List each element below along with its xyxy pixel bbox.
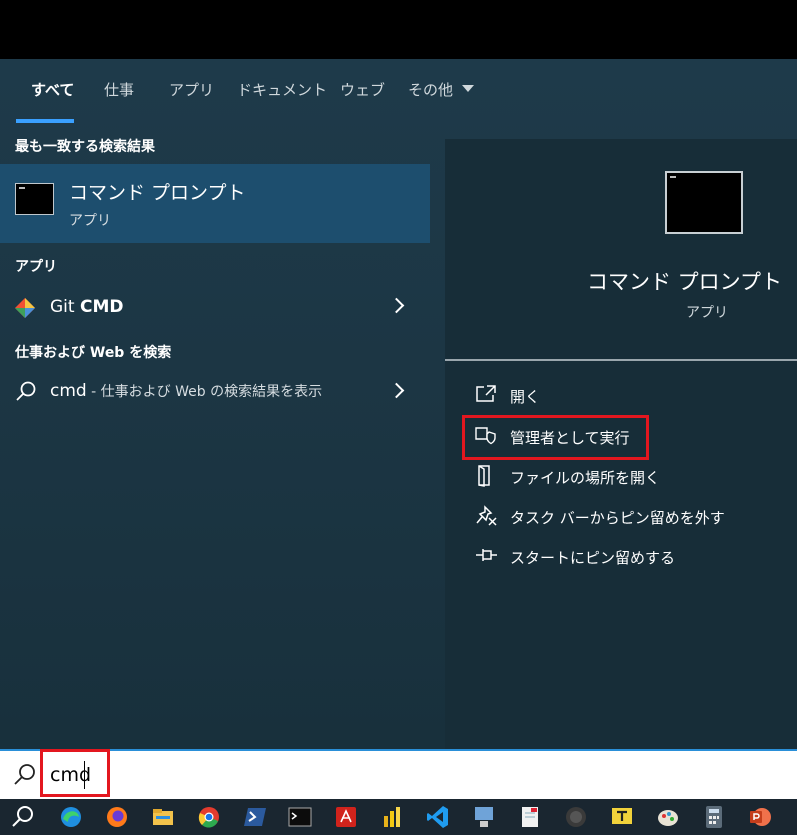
best-match-item[interactable]: コマンド プロンプト アプリ <box>0 164 430 243</box>
app-item-bold: CMD <box>79 297 124 317</box>
git-icon <box>15 298 35 318</box>
tab-all[interactable]: すべて <box>31 59 74 123</box>
divider <box>445 359 797 361</box>
app-item-label: Git CMD <box>50 297 123 317</box>
file-location-icon <box>478 465 490 487</box>
run-as-admin-action[interactable]: 管理者として実行 <box>475 420 775 452</box>
best-match-name: コマンド プロンプト <box>69 182 246 204</box>
best-match-heading: 最も一致する検索結果 <box>15 139 155 155</box>
chevron-right-icon[interactable] <box>388 297 405 314</box>
web-search-label: cmd - 仕事および Web の検索結果を表示 <box>50 381 322 401</box>
pin-to-start-label: スタートにピン留めする <box>510 549 676 567</box>
search-bar <box>0 749 797 799</box>
apps-heading: アプリ <box>15 259 57 275</box>
unpin-icon <box>476 505 497 526</box>
run-as-admin-label: 管理者として実行 <box>510 429 630 447</box>
open-file-location-action[interactable]: ファイルの場所を開く <box>475 460 775 492</box>
filter-tabs: すべて 仕事 アプリ ドキュメント ウェブ その他 <box>0 59 797 123</box>
tab-more-label: その他 <box>408 81 454 99</box>
command-prompt-large-icon <box>665 171 743 234</box>
vscode-icon[interactable] <box>425 804 451 830</box>
network-icon[interactable] <box>471 804 497 830</box>
details-app-type: アプリ <box>686 305 728 321</box>
web-search-query: cmd <box>50 381 87 401</box>
search-icon[interactable] <box>10 804 36 830</box>
powerpoint-icon[interactable] <box>747 804 773 830</box>
search-icon <box>16 381 36 401</box>
taskbar <box>0 799 797 835</box>
active-tab-indicator <box>16 119 74 123</box>
calculator-icon[interactable] <box>701 804 727 830</box>
firefox-icon[interactable] <box>104 804 130 830</box>
search-icon <box>14 764 35 785</box>
obs-icon[interactable] <box>563 804 589 830</box>
details-app-name: コマンド プロンプト <box>586 270 782 294</box>
chevron-right-icon[interactable] <box>388 382 405 399</box>
text-cursor <box>84 761 85 789</box>
acrobat-icon[interactable] <box>333 804 359 830</box>
powershell-icon[interactable] <box>242 804 268 830</box>
pin-icon <box>476 549 497 561</box>
web-search-item[interactable]: cmd - 仕事および Web の検索結果を表示 <box>0 372 430 412</box>
tab-more[interactable]: その他 <box>408 59 475 123</box>
open-action[interactable]: 開く <box>475 379 775 411</box>
pin-to-start-action[interactable]: スタートにピン留めする <box>475 540 775 572</box>
web-search-heading: 仕事および Web を検索 <box>15 345 172 361</box>
web-search-suffix: - 仕事および Web の検索結果を表示 <box>86 384 323 400</box>
tab-apps[interactable]: アプリ <box>169 59 214 123</box>
tab-documents[interactable]: ドキュメント <box>237 59 327 123</box>
details-pane: コマンド プロンプト アプリ 開く 管理者として実行 ファイルの場所を開く タス… <box>445 139 797 749</box>
shield-icon <box>475 427 496 445</box>
unpin-from-taskbar-action[interactable]: タスク バーからピン留めを外す <box>475 500 775 532</box>
command-prompt-icon <box>15 183 54 215</box>
unpin-from-taskbar-label: タスク バーからピン留めを外す <box>510 509 725 527</box>
paint-icon[interactable] <box>655 804 681 830</box>
file-explorer-icon[interactable] <box>150 804 176 830</box>
search-panel: すべて 仕事 アプリ ドキュメント ウェブ その他 最も一致する検索結果 コマン… <box>0 59 797 749</box>
chrome-icon[interactable] <box>196 804 222 830</box>
open-label: 開く <box>510 388 541 406</box>
tab-work[interactable]: 仕事 <box>104 59 134 123</box>
open-file-location-label: ファイルの場所を開く <box>510 469 661 487</box>
chevron-down-icon <box>462 85 475 92</box>
open-icon <box>476 385 496 402</box>
search-input[interactable] <box>50 759 750 791</box>
terminal-icon[interactable] <box>287 804 313 830</box>
edge-icon[interactable] <box>58 804 84 830</box>
app-item-git-cmd[interactable]: Git CMD <box>0 287 430 327</box>
best-match-type: アプリ <box>69 213 111 229</box>
powerbi-icon[interactable] <box>379 804 405 830</box>
notepad-icon[interactable] <box>517 804 543 830</box>
tera-term-icon[interactable] <box>609 804 635 830</box>
tab-web[interactable]: ウェブ <box>340 59 385 123</box>
app-item-prefix: Git <box>50 297 80 317</box>
